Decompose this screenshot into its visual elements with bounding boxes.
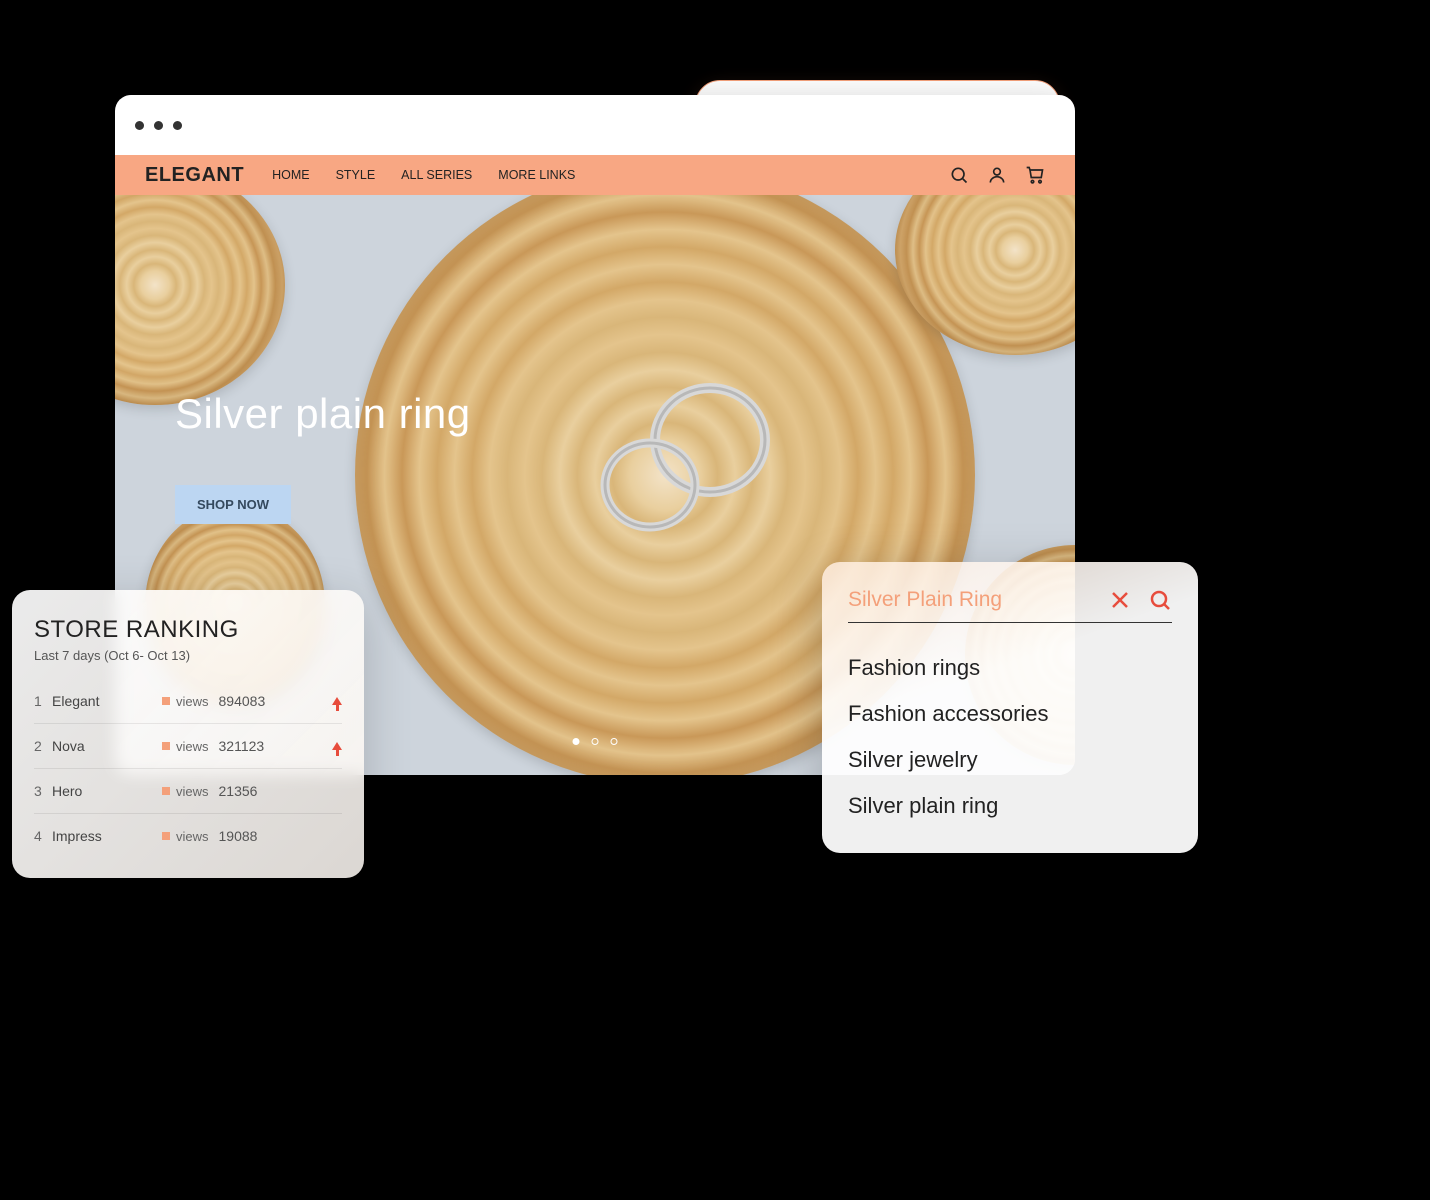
views-chip-icon (162, 697, 170, 705)
rank-store-name: Elegant (52, 693, 162, 709)
search-input-row: Silver Plain Ring (848, 588, 1172, 623)
views-label: views (176, 739, 209, 754)
window-minimize-dot[interactable] (154, 121, 163, 130)
site-brand[interactable]: ELEGANT (145, 164, 244, 187)
views-label: views (176, 784, 209, 799)
search-query[interactable]: Silver Plain Ring (848, 588, 1092, 612)
window-titlebar (115, 95, 1075, 155)
site-navbar: ELEGANT HOME STYLE ALL SERIES MORE LINKS (115, 155, 1075, 195)
rank-number: 1 (34, 693, 52, 709)
window-maximize-dot[interactable] (173, 121, 182, 130)
views-count: 321123 (219, 738, 283, 754)
user-icon[interactable] (987, 165, 1007, 185)
rank-number: 4 (34, 828, 52, 844)
search-panel: Silver Plain Ring Fashion ringsFashion a… (822, 562, 1198, 853)
rank-store-name: Hero (52, 783, 162, 799)
pager-dot-2[interactable] (592, 738, 599, 745)
views-label: views (176, 694, 209, 709)
store-ranking-card: STORE RANKING Last 7 days (Oct 6- Oct 13… (12, 590, 364, 878)
search-suggestion[interactable]: Silver plain ring (848, 783, 1172, 829)
carousel-pager (573, 738, 618, 745)
nav-home[interactable]: HOME (272, 168, 310, 182)
rank-number: 3 (34, 783, 52, 799)
views-count: 21356 (219, 783, 283, 799)
ranking-subtitle: Last 7 days (Oct 6- Oct 13) (34, 648, 342, 663)
hero-title: Silver plain ring (175, 390, 471, 438)
search-suggestion[interactable]: Fashion accessories (848, 691, 1172, 737)
pager-dot-3[interactable] (611, 738, 618, 745)
ranking-row[interactable]: 2Nova views 321123 (34, 724, 342, 769)
nav-all-series[interactable]: ALL SERIES (401, 168, 472, 182)
views-count: 19088 (219, 828, 283, 844)
ranking-row[interactable]: 1Elegant views 894083 (34, 679, 342, 724)
search-icon[interactable] (949, 165, 969, 185)
arrow-up-icon (332, 742, 342, 750)
pager-dot-1[interactable] (573, 738, 580, 745)
nav-links: HOME STYLE ALL SERIES MORE LINKS (272, 168, 575, 182)
nav-style[interactable]: STYLE (336, 168, 376, 182)
views-count: 894083 (219, 693, 283, 709)
ranking-title: STORE RANKING (34, 616, 342, 644)
nav-more-links[interactable]: MORE LINKS (498, 168, 575, 182)
views-label: views (176, 829, 209, 844)
rank-store-name: Nova (52, 738, 162, 754)
rank-number: 2 (34, 738, 52, 754)
ring-image (565, 365, 805, 555)
cart-icon[interactable] (1025, 165, 1045, 185)
close-icon[interactable] (1108, 588, 1132, 612)
views-chip-icon (162, 832, 170, 840)
window-close-dot[interactable] (135, 121, 144, 130)
arrow-up-icon (332, 697, 342, 705)
search-suggestion[interactable]: Fashion rings (848, 645, 1172, 691)
rank-store-name: Impress (52, 828, 162, 844)
search-icon[interactable] (1148, 588, 1172, 612)
views-chip-icon (162, 742, 170, 750)
ranking-row[interactable]: 3Hero views 21356 (34, 769, 342, 814)
views-chip-icon (162, 787, 170, 795)
search-suggestion[interactable]: Silver jewelry (848, 737, 1172, 783)
shop-now-button[interactable]: SHOP NOW (175, 485, 291, 524)
ranking-row[interactable]: 4Impress views 19088 (34, 814, 342, 858)
